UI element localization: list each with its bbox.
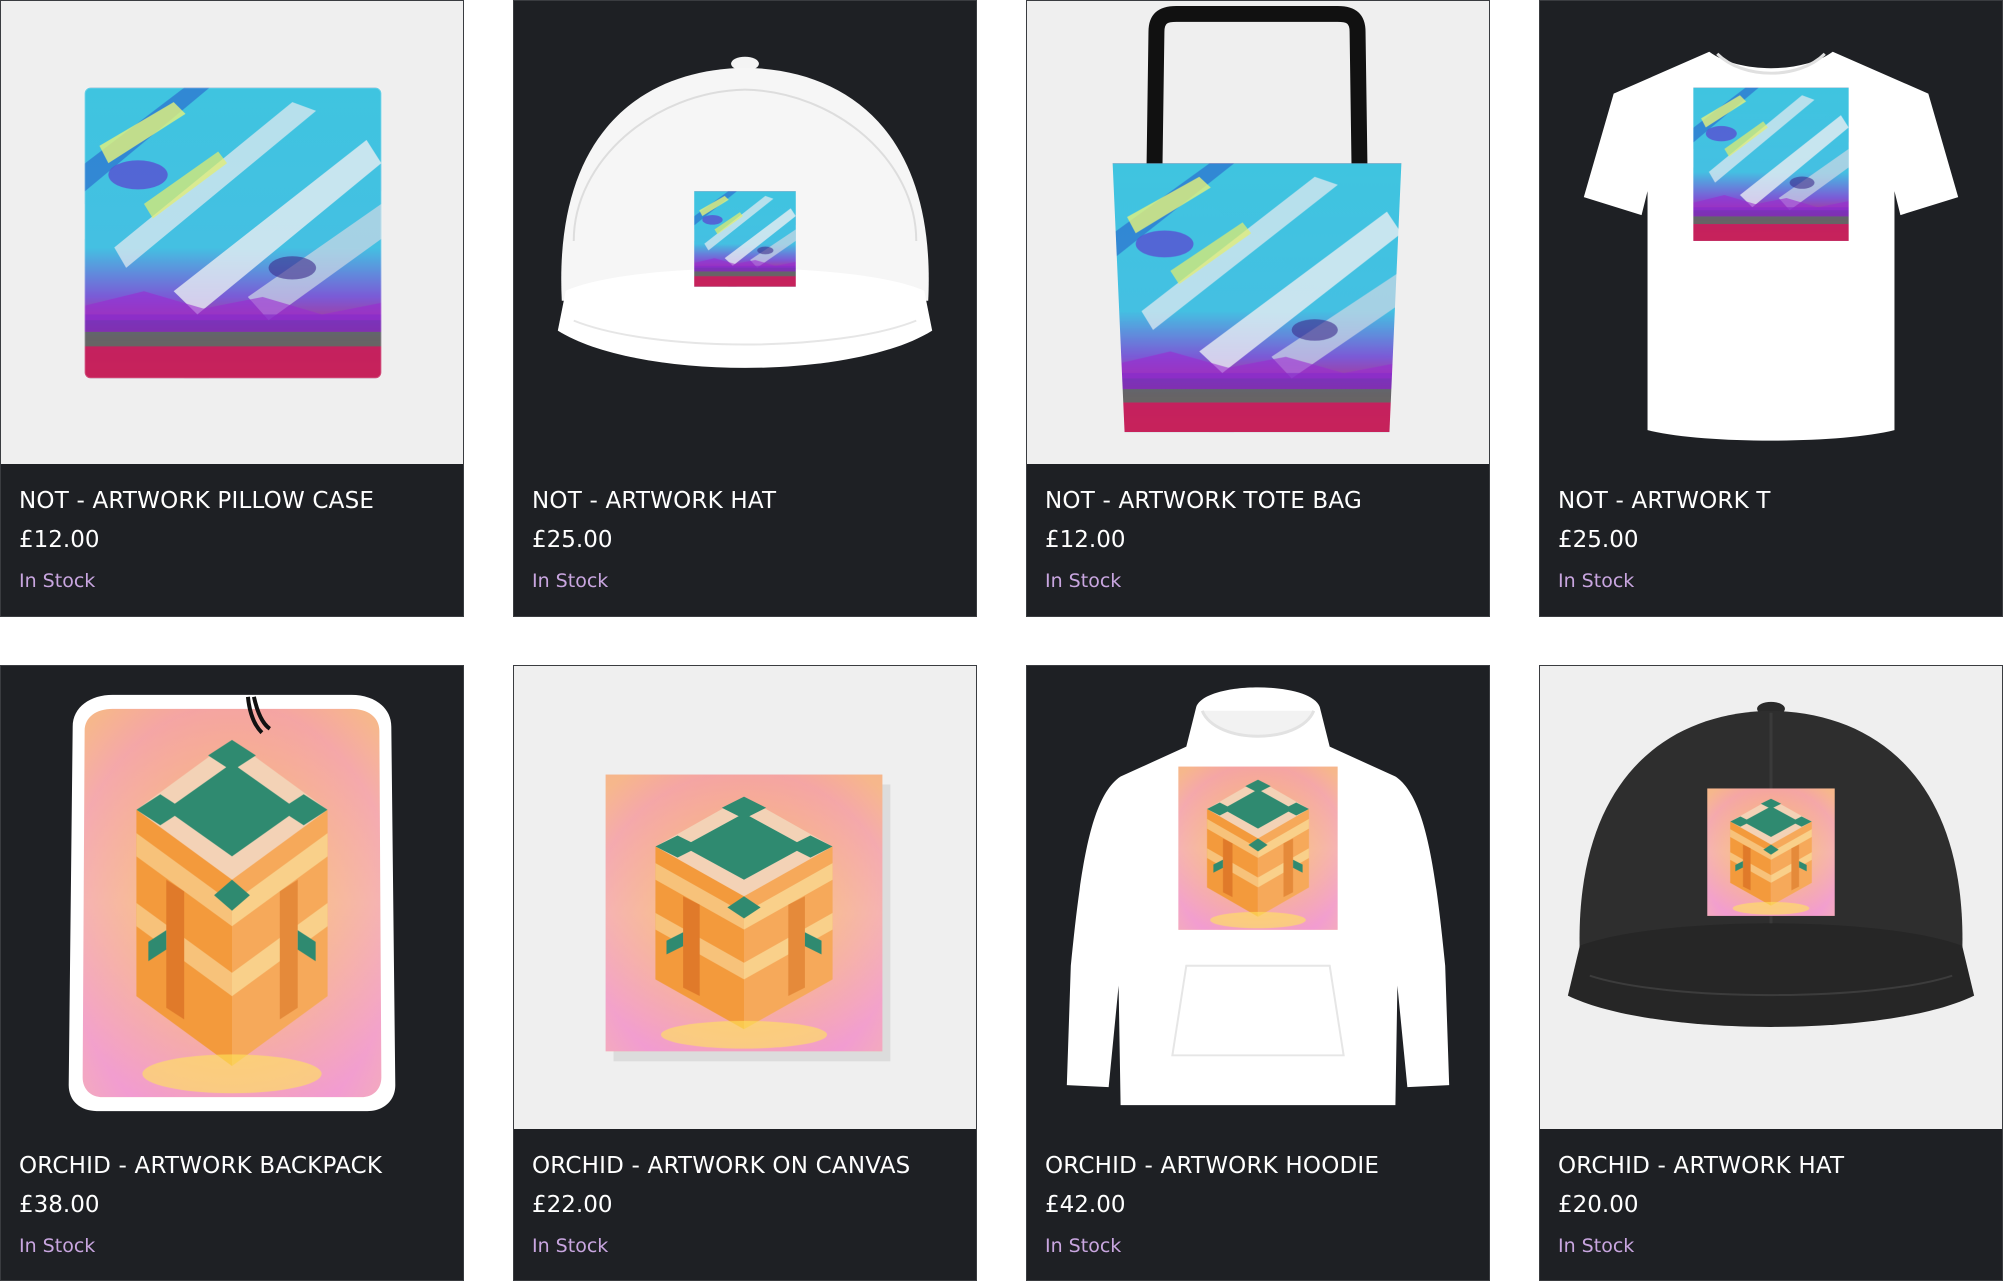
stock-status: In Stock: [1045, 1235, 1122, 1257]
stock-status: In Stock: [1558, 1235, 1635, 1257]
product-card[interactable]: NOT - ARTWORK PILLOW CASE £12.00 In Stoc…: [0, 0, 464, 617]
hoodie-image: [1066, 687, 1450, 1106]
tote-bag-image: [1112, 5, 1402, 433]
backpack-image: [68, 694, 396, 1112]
product-title[interactable]: ORCHID - ARTWORK ON CANVAS: [532, 1151, 958, 1181]
product-price: £22.00: [532, 1192, 613, 1218]
product-price: £38.00: [19, 1192, 100, 1218]
product-card[interactable]: NOT - ARTWORK HAT £25.00 In Stock: [513, 0, 977, 617]
product-image[interactable]: [514, 1, 976, 464]
t-shirt-image: [1583, 51, 1959, 441]
product-price: £25.00: [532, 527, 613, 553]
product-price: £12.00: [1045, 527, 1126, 553]
snapback-hat-image: [557, 56, 933, 368]
product-price: £12.00: [19, 527, 100, 553]
product-title[interactable]: ORCHID - ARTWORK HOODIE: [1045, 1151, 1471, 1181]
product-price: £25.00: [1558, 527, 1639, 553]
product-card[interactable]: ORCHID - ARTWORK HOODIE £42.00 In Stock: [1026, 665, 1490, 1281]
stock-status: In Stock: [1558, 570, 1635, 592]
product-image[interactable]: [1, 666, 463, 1129]
product-price: £42.00: [1045, 1192, 1126, 1218]
canvas-image: [605, 774, 891, 1062]
product-title[interactable]: NOT - ARTWORK TOTE BAG: [1045, 486, 1471, 516]
product-image[interactable]: [1, 1, 463, 464]
stock-status: In Stock: [19, 570, 96, 592]
product-image[interactable]: [514, 666, 976, 1129]
product-title[interactable]: NOT - ARTWORK HAT: [532, 486, 958, 516]
product-title[interactable]: ORCHID - ARTWORK BACKPACK: [19, 1151, 445, 1181]
pillow-case-image: [83, 86, 383, 380]
product-title[interactable]: NOT - ARTWORK T: [1558, 486, 1984, 516]
product-image[interactable]: [1540, 666, 2002, 1129]
product-grid: NOT - ARTWORK PILLOW CASE £12.00 In Stoc…: [0, 0, 2004, 1281]
product-card[interactable]: NOT - ARTWORK TOTE BAG £12.00 In Stock: [1026, 0, 1490, 617]
stock-status: In Stock: [532, 570, 609, 592]
product-price: £20.00: [1558, 1192, 1639, 1218]
product-image[interactable]: [1027, 666, 1489, 1129]
product-card[interactable]: ORCHID - ARTWORK ON CANVAS £22.00 In Sto…: [513, 665, 977, 1281]
product-card[interactable]: NOT - ARTWORK T £25.00 In Stock: [1539, 0, 2003, 617]
product-title[interactable]: NOT - ARTWORK PILLOW CASE: [19, 486, 445, 516]
stock-status: In Stock: [532, 1235, 609, 1257]
product-image[interactable]: [1027, 1, 1489, 464]
product-card[interactable]: ORCHID - ARTWORK HAT £20.00 In Stock: [1539, 665, 2003, 1281]
product-title[interactable]: ORCHID - ARTWORK HAT: [1558, 1151, 1984, 1181]
product-image[interactable]: [1540, 1, 2002, 464]
stock-status: In Stock: [19, 1235, 96, 1257]
stock-status: In Stock: [1045, 570, 1122, 592]
product-card[interactable]: ORCHID - ARTWORK BACKPACK £38.00 In Stoc…: [0, 665, 464, 1281]
dad-hat-image: [1567, 701, 1975, 1027]
